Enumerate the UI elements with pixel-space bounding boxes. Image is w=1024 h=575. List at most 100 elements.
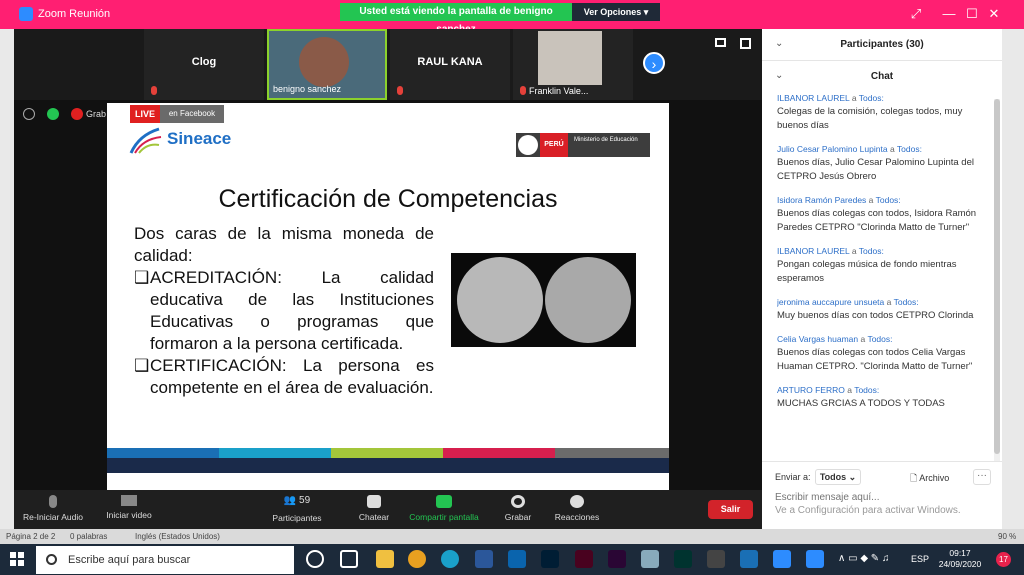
word-icon[interactable] — [475, 550, 493, 568]
chat-scrollbar[interactable] — [994, 99, 1000, 461]
maximize-icon[interactable]: ☐ — [962, 6, 982, 22]
edge-icon[interactable] — [441, 550, 459, 568]
shield-emblem-icon — [518, 135, 538, 155]
audio-button[interactable]: Re-Iniciar Audio — [20, 490, 86, 529]
chat-sender[interactable]: ILBANOR LAUREL — [777, 93, 849, 103]
video-button[interactable]: Iniciar video — [100, 490, 158, 529]
chat-message: Julio Cesar Palomino Lupinta a Todos: Bue… — [777, 142, 989, 184]
zoom-taskbar-icon[interactable] — [773, 550, 791, 568]
tray-icons[interactable]: ∧ ▭ ◆ ✎ ♫ — [838, 553, 889, 564]
video-strip: Clog benigno sanchez RAUL KANA Franklin … — [14, 29, 762, 100]
recording-label: Grab — [86, 109, 107, 119]
audio-label: Re-Iniciar Audio — [22, 512, 83, 522]
view-options-button[interactable]: Ver Opciones ▾ — [572, 3, 660, 21]
slide-body: Dos caras de la misma moneda de calidad:… — [134, 223, 434, 399]
reactions-label: Reacciones — [554, 512, 600, 522]
premiere-icon[interactable] — [608, 550, 626, 568]
share-screen-button[interactable]: Compartir pantalla — [405, 490, 483, 529]
minimize-icon[interactable]: — — [939, 6, 959, 21]
record-button[interactable]: Grabar — [500, 490, 536, 529]
video-tile[interactable]: RAUL KANA — [390, 29, 510, 100]
participants-button[interactable]: 👥 59 Participantes — [263, 490, 331, 529]
bullet-keyword: CERTIFICACIÓN — [150, 356, 282, 375]
next-page-button[interactable]: › — [643, 52, 665, 74]
chat-message: Celia Vargas huaman a Todos: Buenos días … — [777, 332, 989, 374]
video-tile-active-speaker[interactable]: benigno sanchez — [267, 29, 387, 100]
chat-sender[interactable]: ILBANOR LAUREL — [777, 246, 849, 256]
input-language[interactable]: ESP — [911, 554, 929, 564]
close-icon[interactable]: ✕ — [984, 6, 1004, 22]
store-icon[interactable] — [740, 550, 758, 568]
slide-intro: Dos caras de la misma moneda de calidad: — [134, 224, 434, 265]
chat-message-text: Pongan colegas música de fondo mientras … — [777, 259, 957, 284]
video-tile[interactable]: Franklin Vale... — [513, 29, 633, 100]
zoom-logo-icon — [19, 7, 33, 21]
cortana-icon[interactable] — [306, 550, 324, 568]
chat-messages: ILBANOR LAUREL a Todos: Colegas de la com… — [777, 91, 989, 461]
share-screen-icon — [436, 495, 452, 508]
coin-reverse — [457, 257, 543, 343]
file-button[interactable]: 🗋 Archivo — [910, 471, 949, 487]
task-view-icon[interactable] — [340, 550, 358, 568]
photoshop-icon[interactable] — [541, 550, 559, 568]
zoom-meeting-taskbar-icon[interactable] — [806, 550, 824, 568]
more-icon[interactable]: ··· — [973, 469, 991, 485]
mail-icon[interactable] — [508, 550, 526, 568]
minedu-name: Ministerio de Educación — [574, 137, 638, 143]
notification-badge[interactable]: 17 — [996, 552, 1011, 567]
background-document-edge — [0, 29, 14, 529]
video-tile[interactable]: Clog — [144, 29, 264, 100]
side-panel: ⌄ Participantes (30) ⌄ Chat ILBANOR LAUR… — [762, 29, 1002, 529]
scroll-thumb[interactable] — [994, 99, 1000, 454]
chat-sender[interactable]: Celia Vargas huaman — [777, 334, 858, 344]
participant-name: Franklin Vale... — [529, 86, 589, 96]
bullet-keyword: ACREDITACIÓN — [150, 268, 278, 287]
audition-icon[interactable] — [674, 550, 692, 568]
word-status-bar: Página 2 de 2 0 palabras Inglés (Estados… — [0, 529, 1024, 544]
word-count: 0 palabras — [70, 532, 108, 541]
indesign-icon[interactable] — [575, 550, 593, 568]
chat-to-word: a — [847, 385, 852, 395]
calculator-icon[interactable] — [707, 550, 725, 568]
info-icon[interactable] — [23, 108, 35, 120]
file-explorer-icon[interactable] — [376, 550, 394, 568]
chrome-icon[interactable] — [408, 550, 426, 568]
bullet-item: ❑ CERTIFICACIÓN: La persona es competent… — [134, 355, 434, 399]
windows-activation-notice: Ve a Configuración para activar Windows. — [775, 505, 961, 516]
stripe-5 — [555, 448, 669, 458]
chat-sender[interactable]: Julio Cesar Palomino Lupinta — [777, 144, 888, 154]
chat-sender[interactable]: Isidora Ramón Paredes — [777, 195, 866, 205]
participants-icon: 👥 59 — [283, 495, 311, 506]
shield-icon[interactable] — [47, 108, 59, 120]
presentation-slide: LIVE en Facebook Sineace PERÚ Ministerio… — [107, 103, 669, 490]
layout-icon[interactable] — [715, 38, 726, 47]
sineace-logo-icon — [129, 127, 162, 154]
chat-message-input[interactable] — [775, 492, 985, 503]
app-icon[interactable] — [641, 550, 659, 568]
chat-sender[interactable]: jeronima auccapure unsueta — [777, 297, 884, 307]
participants-section-header[interactable]: ⌄ Participantes (30) — [762, 29, 1002, 61]
chat-message-header: ILBANOR LAUREL a Todos: — [777, 246, 884, 256]
chat-section-header[interactable]: ⌄ Chat — [762, 61, 1002, 91]
fullscreen-icon[interactable] — [740, 38, 751, 49]
chat-recipient: Todos — [896, 144, 920, 154]
chat-to-word: a — [851, 93, 857, 103]
recipient-select[interactable]: Todos ⌄ — [815, 469, 861, 485]
background-scrollbar — [1002, 29, 1024, 529]
chat-message-header: Celia Vargas huaman a Todos: — [777, 334, 893, 344]
reactions-button[interactable]: Reacciones — [551, 490, 603, 529]
file-label: Archivo — [919, 473, 950, 483]
chat-button[interactable]: Chatear — [352, 490, 396, 529]
window-title: Zoom Reunión — [38, 8, 111, 20]
chat-sender[interactable]: ARTURO FERRO — [777, 385, 845, 395]
coin-obverse — [545, 257, 631, 343]
slide-footer-stripes — [107, 448, 669, 473]
system-clock[interactable]: 09:17 24/09/2020 — [938, 548, 982, 570]
chat-message-header: Julio Cesar Palomino Lupinta a Todos: — [777, 144, 922, 154]
windows-start-icon[interactable] — [10, 552, 24, 566]
taskbar-search[interactable]: Escribe aquí para buscar — [36, 546, 294, 574]
popout-icon[interactable]: ⤢ — [906, 6, 926, 22]
leave-button[interactable]: Salir — [708, 500, 753, 519]
minedu-peru-label: PERÚ — [540, 133, 568, 157]
clock-date: 24/09/2020 — [938, 559, 982, 569]
